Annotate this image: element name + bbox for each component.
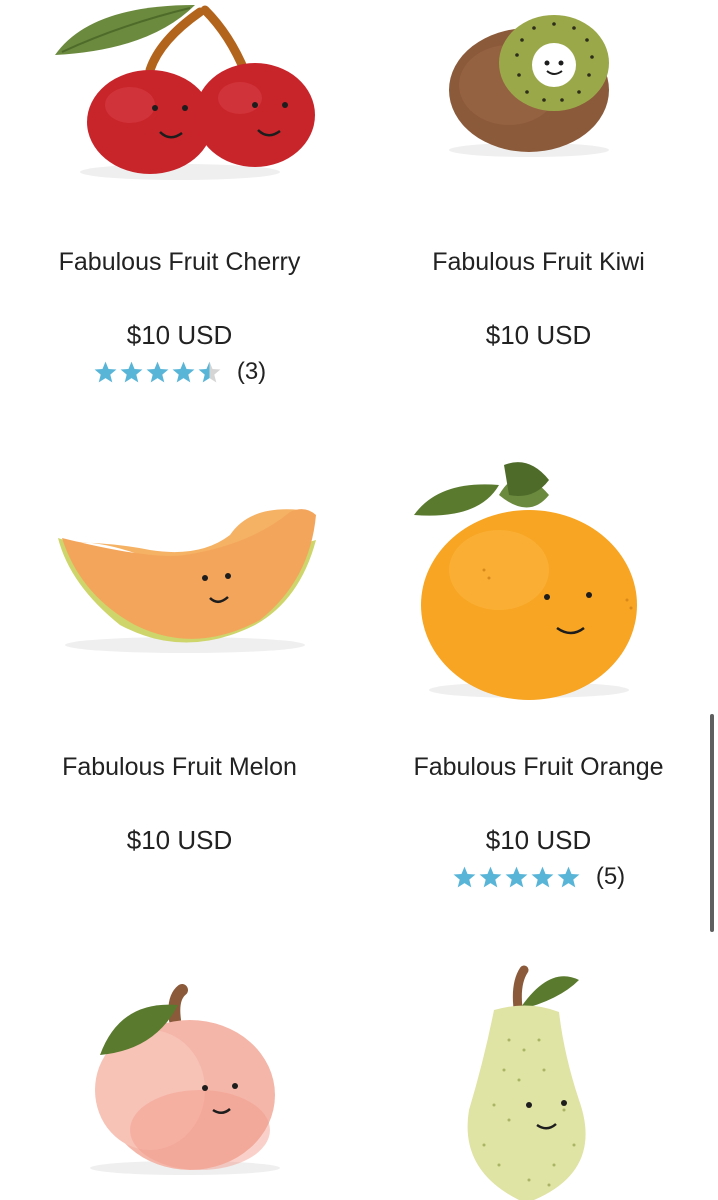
product-rating: (3): [0, 358, 359, 386]
product-card-pear[interactable]: [359, 940, 718, 1200]
star-icon: [94, 361, 117, 382]
product-rating: (5): [359, 863, 718, 891]
product-card-peach[interactable]: [0, 940, 359, 1200]
star-rating: [93, 360, 223, 385]
product-price: $10 USD: [126, 825, 233, 855]
scrollbar[interactable]: [710, 714, 714, 932]
star-icon: [146, 361, 169, 382]
star-icon: [479, 866, 502, 887]
product-price: $10 USD: [126, 320, 233, 350]
product-price: $10 USD: [485, 320, 592, 350]
product-title[interactable]: Fabulous Fruit Kiwi: [359, 248, 718, 277]
star-icon: [120, 361, 143, 382]
product-card-melon[interactable]: Fabulous Fruit Melon $10 USD: [0, 420, 359, 940]
product-title[interactable]: Fabulous Fruit Orange: [359, 753, 718, 782]
product-price: $10 USD: [485, 825, 592, 855]
product-image-cherry[interactable]: [0, 0, 359, 200]
product-card-orange[interactable]: Fabulous Fruit Orange $10 USD (5): [359, 420, 718, 940]
product-title[interactable]: Fabulous Fruit Melon: [0, 753, 359, 782]
product-image-peach[interactable]: [0, 940, 359, 1200]
star-icon: [505, 866, 528, 887]
product-image-melon[interactable]: [0, 420, 359, 720]
star-rating: [452, 865, 582, 890]
product-title[interactable]: Fabulous Fruit Cherry: [0, 248, 359, 277]
product-card-kiwi[interactable]: Fabulous Fruit Kiwi $10 USD: [359, 0, 718, 420]
star-icon: [172, 361, 195, 382]
star-icon: [453, 866, 476, 887]
product-card-cherry[interactable]: Fabulous Fruit Cherry $10 USD (3): [0, 0, 359, 420]
star-icon: [198, 361, 221, 382]
star-icon: [557, 866, 580, 887]
product-image-kiwi[interactable]: [359, 0, 718, 200]
star-icon: [531, 866, 554, 887]
product-image-pear[interactable]: [359, 940, 718, 1200]
product-image-orange[interactable]: [359, 420, 718, 720]
review-count: (5): [595, 863, 626, 890]
review-count: (3): [236, 358, 267, 385]
